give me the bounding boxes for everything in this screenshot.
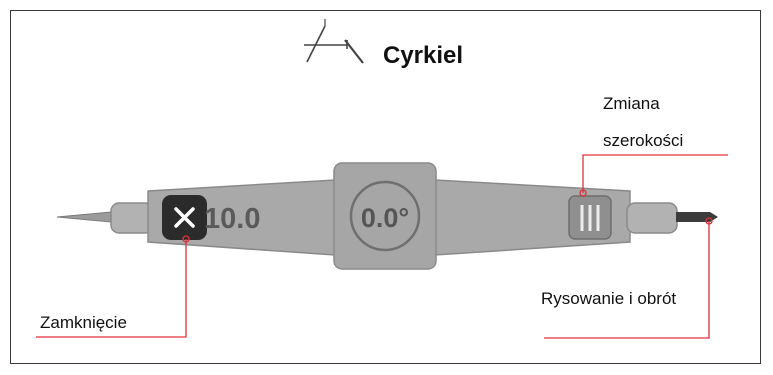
label-width-change-line1: Zmiana xyxy=(603,94,660,113)
close-button[interactable] xyxy=(162,195,207,240)
label-close: Zamknięcie xyxy=(40,313,127,332)
width-change-handle[interactable] xyxy=(568,195,612,240)
width-readout: 10.0 xyxy=(204,203,260,235)
needle-tip xyxy=(56,211,112,223)
right-end-cap xyxy=(626,202,678,234)
left-end-cap xyxy=(110,202,154,234)
label-width-change-line2: szerokości xyxy=(603,131,684,150)
angle-readout: 0.0° xyxy=(361,203,409,233)
label-draw-rotate: Rysowanie i obrót xyxy=(541,289,677,308)
